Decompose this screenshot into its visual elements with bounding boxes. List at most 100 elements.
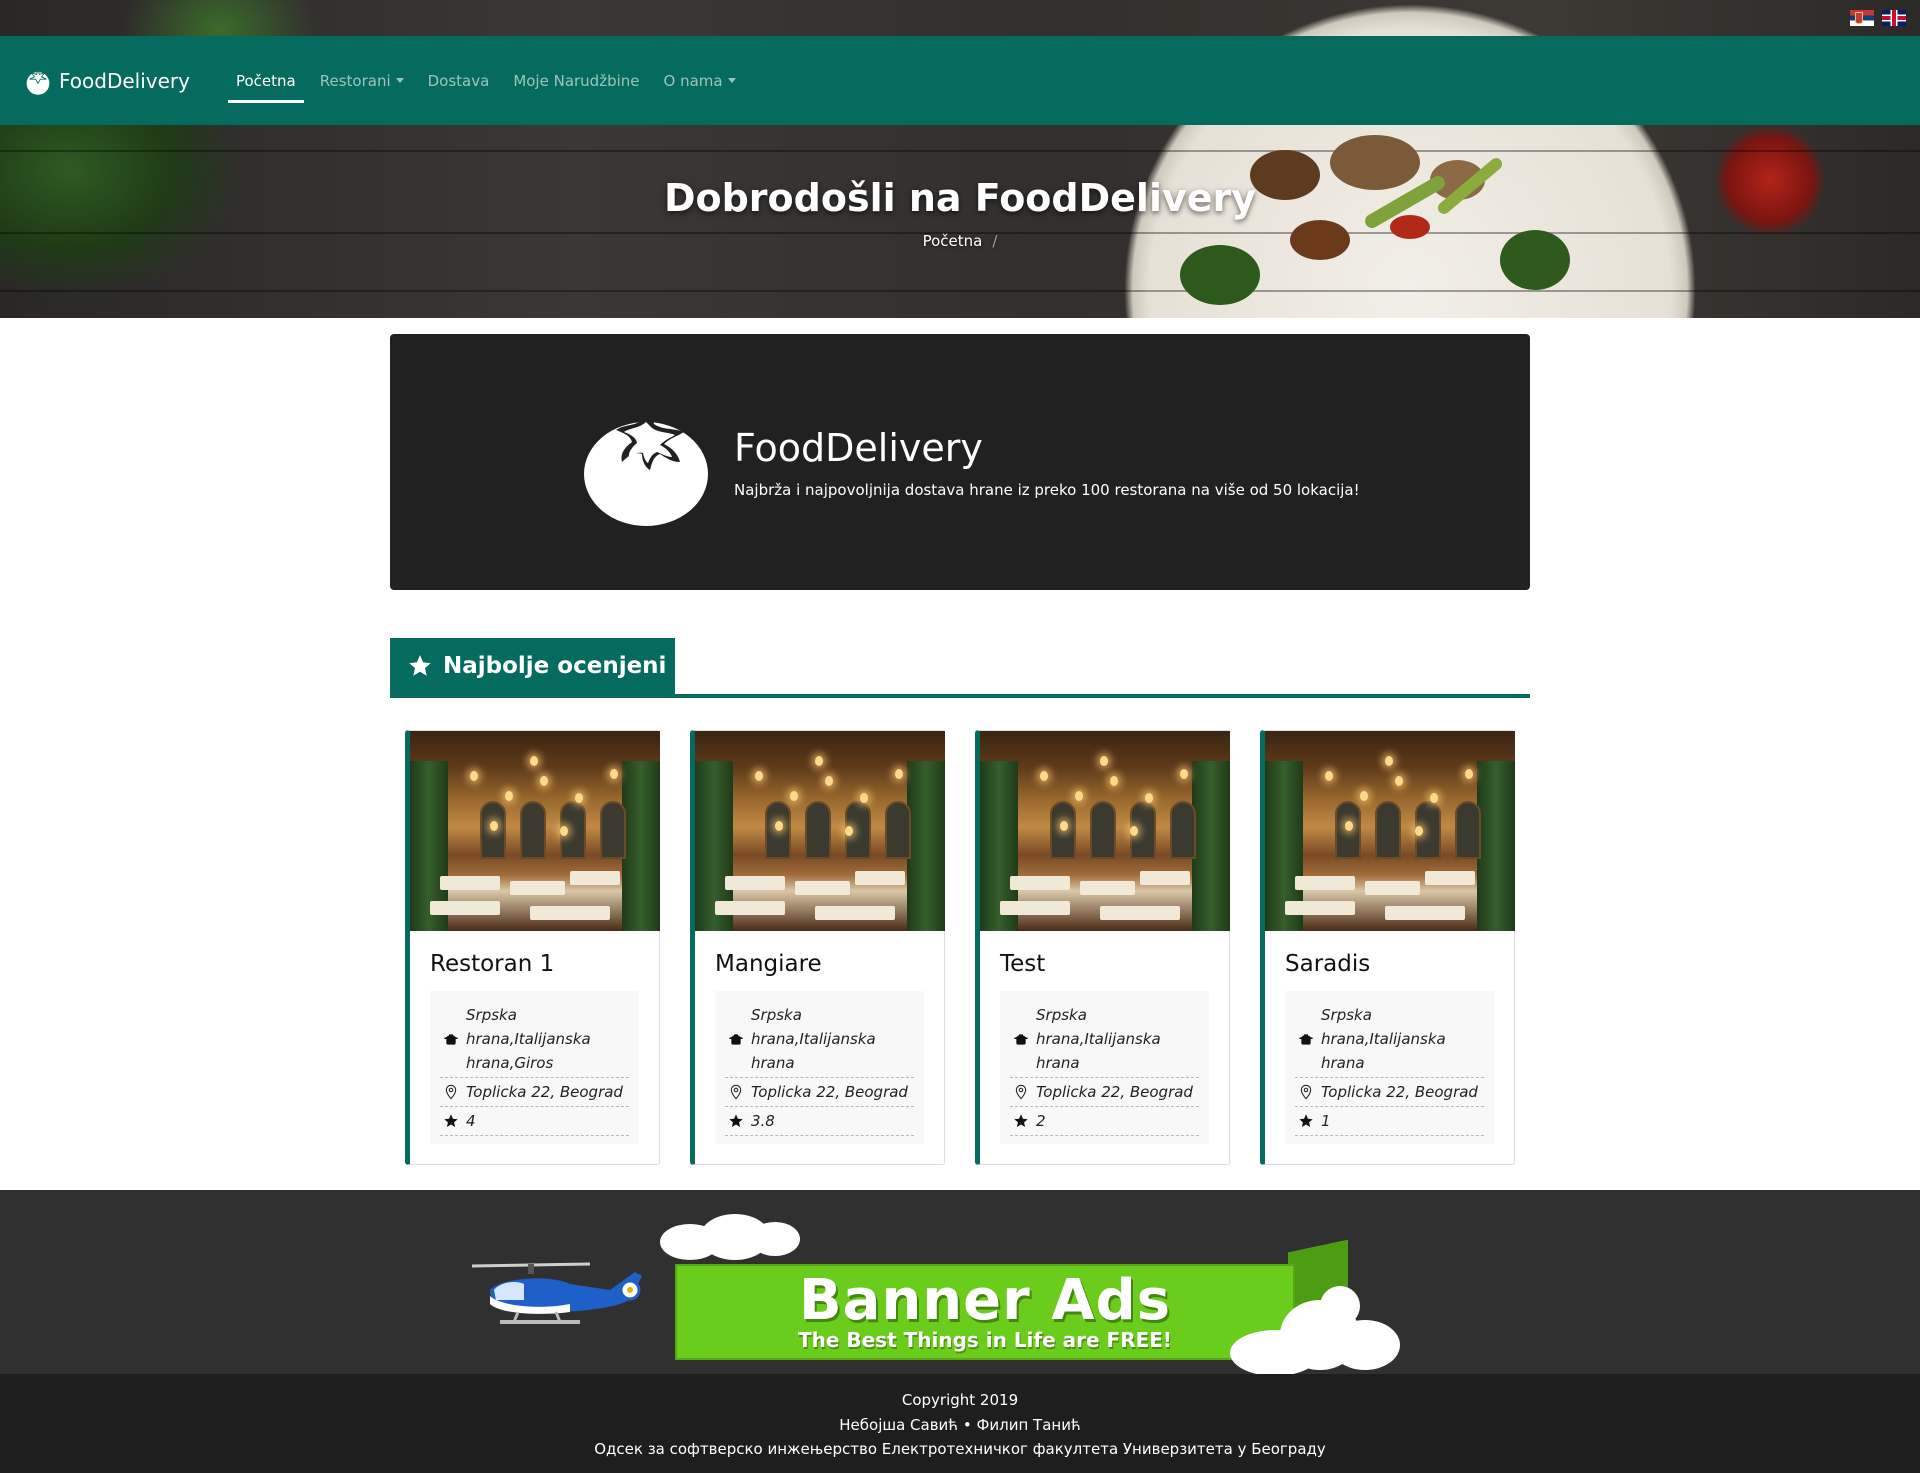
restaurant-card[interactable]: Mangiare Srpska hrana,Italijanska hrana To… xyxy=(690,730,945,1165)
map-marker-icon xyxy=(1295,1080,1317,1104)
nav-item-pocetna[interactable]: Početna xyxy=(224,59,308,103)
restaurant-categories: Srpska hrana,Italijanska hrana xyxy=(751,1006,876,1072)
restaurant-categories: Srpska hrana,Italijanska hrana xyxy=(1321,1006,1446,1072)
section-tab: Najbolje ocenjeni xyxy=(390,638,675,694)
star-icon xyxy=(1295,1109,1317,1133)
star-icon xyxy=(440,1109,462,1133)
tomato-icon xyxy=(584,402,708,526)
jumbotron: FoodDelivery Najbrža i najpovoljnija dos… xyxy=(390,334,1530,590)
restaurant-card[interactable]: Restoran 1 Srpska hrana,Italijanska hrana… xyxy=(405,730,660,1165)
info-row-rating: 4 xyxy=(440,1107,629,1136)
jumbotron-text: Najbrža i najpovoljnija dostava hrane iz… xyxy=(734,481,1360,499)
cooking-pot-icon xyxy=(1010,1027,1032,1051)
card-body: Saradis Srpska hrana,Italijanska hrana Top… xyxy=(1265,931,1514,1164)
helicopter-icon xyxy=(471,1262,642,1324)
info-row-rating: 1 xyxy=(1295,1107,1484,1136)
cloud-shape xyxy=(750,1222,800,1256)
star-icon xyxy=(1010,1109,1032,1133)
cooking-pot-icon xyxy=(440,1027,462,1051)
banner-tagline: The Best Things in Life are FREE! xyxy=(797,1328,1173,1352)
info-row-categories: Srpska hrana,Italijanska hrana xyxy=(725,1001,914,1078)
restaurant-categories: Srpska hrana,Italijanska hrana,Giros xyxy=(466,1006,591,1072)
restaurant-card[interactable]: Test Srpska hrana,Italijanska hrana Toplic… xyxy=(975,730,1230,1165)
card-body: Test Srpska hrana,Italijanska hrana Toplic… xyxy=(980,931,1229,1164)
footer-authors: Небојша Савић • Филип Танић xyxy=(839,1415,1081,1434)
star-icon xyxy=(725,1109,747,1133)
breadcrumb: Početna / xyxy=(0,232,1920,250)
restaurant-name[interactable]: Saradis xyxy=(1285,951,1494,977)
info-row-categories: Srpska hrana,Italijanska hrana,Giros xyxy=(440,1001,629,1078)
brand-name: FoodDelivery xyxy=(59,68,190,93)
nav-item-label: Dostava xyxy=(427,71,490,90)
nav-item-label: O nama xyxy=(663,71,723,90)
english-flag-icon[interactable] xyxy=(1882,10,1906,26)
nav-item-label: Restorani xyxy=(319,71,391,90)
card-body: Restoran 1 Srpska hrana,Italijanska hrana… xyxy=(410,931,659,1164)
breadcrumb-item-pocetna[interactable]: Početna xyxy=(923,232,983,250)
nav-item-o-nama[interactable]: O nama xyxy=(652,59,748,103)
star-icon xyxy=(409,655,431,676)
restaurant-image xyxy=(980,731,1230,931)
restaurant-rating: 2 xyxy=(1036,1112,1046,1130)
map-marker-icon xyxy=(725,1080,747,1104)
jumbotron-title: FoodDelivery xyxy=(734,426,983,470)
hero-title: Dobrodošli na FoodDelivery xyxy=(663,176,1257,220)
cloud-shape xyxy=(1330,1320,1400,1370)
language-switcher xyxy=(1850,10,1906,26)
restaurant-info: Srpska hrana,Italijanska hrana Toplicka 2… xyxy=(1285,991,1494,1144)
caret-down-icon xyxy=(727,78,736,83)
serbian-flag-icon[interactable] xyxy=(1850,10,1874,26)
main-nav: Početna Restorani Dostava Moje Narudžbin… xyxy=(224,59,748,103)
restaurant-name[interactable]: Mangiare xyxy=(715,951,924,977)
footer-copyright: Copyright 2019 xyxy=(901,1391,1019,1409)
restaurant-image xyxy=(695,731,945,931)
card-body: Mangiare Srpska hrana,Italijanska hrana To… xyxy=(695,931,944,1164)
info-row-categories: Srpska hrana,Italijanska hrana xyxy=(1295,1001,1484,1078)
restaurant-name[interactable]: Restoran 1 xyxy=(430,951,639,977)
map-marker-icon xyxy=(440,1080,462,1104)
cooking-pot-icon xyxy=(725,1027,747,1051)
restaurant-image xyxy=(410,731,660,931)
section-title: Najbolje ocenjeni xyxy=(443,653,667,679)
cloud-shape xyxy=(1320,1286,1360,1326)
info-row-address: Toplicka 22, Beograd xyxy=(1010,1078,1199,1107)
section-heading: Najbolje ocenjeni xyxy=(390,638,1530,698)
restaurant-address: Toplicka 22, Beograd xyxy=(1321,1083,1478,1101)
banner-ad[interactable]: Banner Ads The Best Things in Life are F… xyxy=(460,1210,1420,1376)
restaurant-rating: 4 xyxy=(466,1112,476,1130)
restaurant-info: Srpska hrana,Italijanska hrana,Giros Topl… xyxy=(430,991,639,1144)
info-row-rating: 2 xyxy=(1010,1107,1199,1136)
restaurant-address: Toplicka 22, Beograd xyxy=(751,1083,908,1101)
info-row-address: Toplicka 22, Beograd xyxy=(1295,1078,1484,1107)
tomato-icon xyxy=(26,67,50,95)
footer: Copyright 2019 Небојша Савић • Филип Тан… xyxy=(0,1374,1920,1473)
nav-item-moje-narudzbine[interactable]: Moje Narudžbine xyxy=(501,59,651,103)
footer-institution: Одсек за софтверско инжењерство Електрот… xyxy=(594,1440,1326,1458)
nav-item-restorani[interactable]: Restorani xyxy=(308,59,416,103)
brand-link[interactable]: FoodDelivery xyxy=(23,66,190,96)
restaurant-address: Toplicka 22, Beograd xyxy=(1036,1083,1193,1101)
banner-headline: Banner Ads xyxy=(798,1268,1172,1333)
nav-item-label: Početna xyxy=(235,71,296,90)
nav-item-dostava[interactable]: Dostava xyxy=(416,59,502,103)
banner-section: Banner Ads The Best Things in Life are F… xyxy=(0,1190,1920,1376)
restaurant-card[interactable]: Saradis Srpska hrana,Italijanska hrana Top… xyxy=(1260,730,1515,1165)
restaurant-address: Toplicka 22, Beograd xyxy=(466,1083,623,1101)
breadcrumb-separator: / xyxy=(992,232,998,250)
restaurant-image xyxy=(1265,731,1515,931)
nav-item-label: Moje Narudžbine xyxy=(513,71,640,90)
restaurant-info: Srpska hrana,Italijanska hrana Toplicka 2… xyxy=(1000,991,1209,1144)
map-marker-icon xyxy=(1010,1080,1032,1104)
restaurant-name[interactable]: Test xyxy=(1000,951,1209,977)
cooking-pot-icon xyxy=(1295,1027,1317,1051)
info-row-address: Toplicka 22, Beograd xyxy=(725,1078,914,1107)
info-row-categories: Srpska hrana,Italijanska hrana xyxy=(1010,1001,1199,1078)
restaurant-info: Srpska hrana,Italijanska hrana Toplicka 2… xyxy=(715,991,924,1144)
restaurant-rating: 3.8 xyxy=(751,1112,775,1130)
info-row-address: Toplicka 22, Beograd xyxy=(440,1078,629,1107)
info-row-rating: 3.8 xyxy=(725,1107,914,1136)
restaurant-categories: Srpska hrana,Italijanska hrana xyxy=(1036,1006,1161,1072)
navbar: FoodDelivery Početna Restorani Dostava M… xyxy=(0,36,1920,125)
restaurant-rating: 1 xyxy=(1321,1112,1331,1130)
caret-down-icon xyxy=(395,78,404,83)
